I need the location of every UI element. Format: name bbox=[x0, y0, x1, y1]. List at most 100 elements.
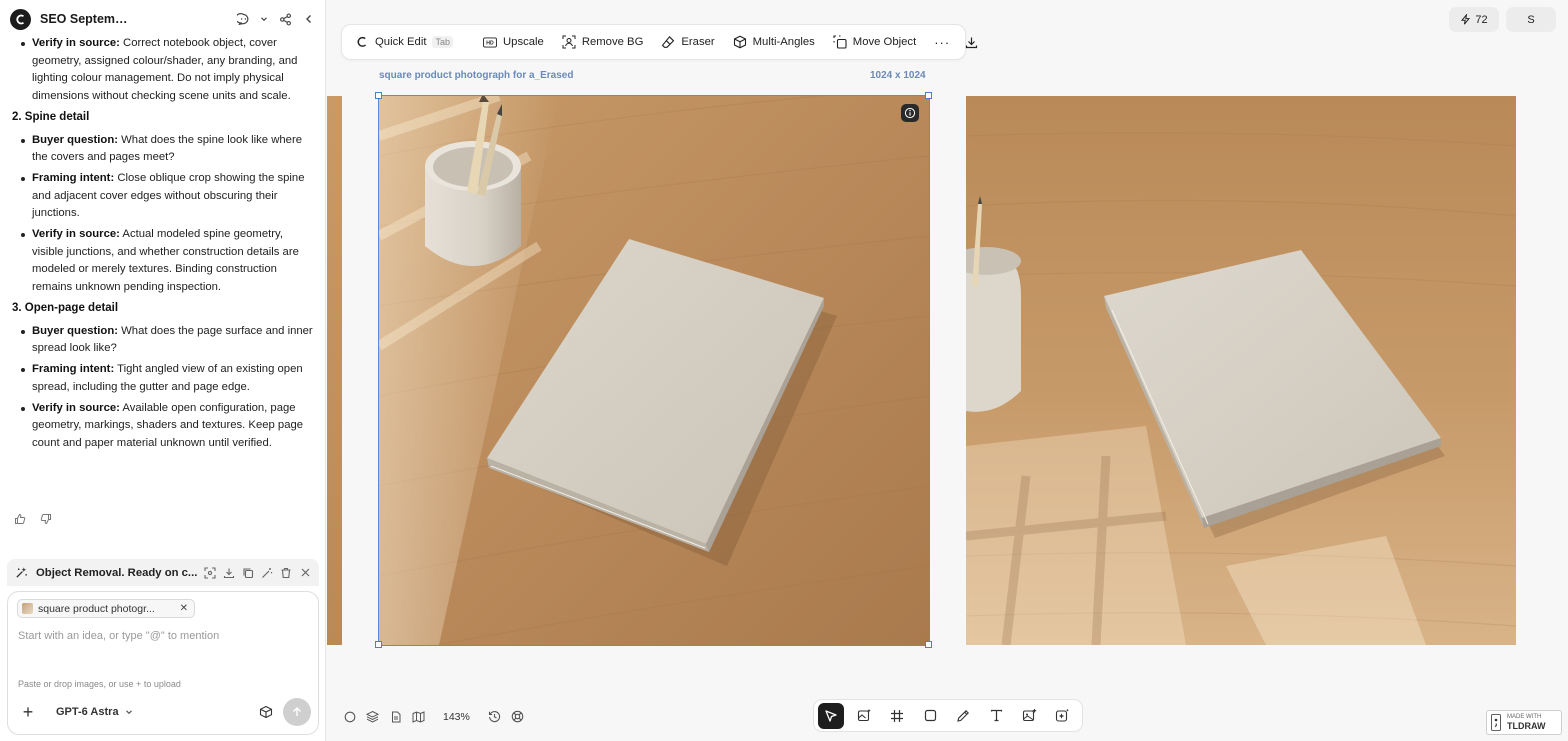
shortcut-tag: Tab bbox=[432, 36, 453, 48]
list-item: Verify in source: Correct notebook objec… bbox=[12, 35, 314, 105]
magic-frame-icon bbox=[1055, 708, 1069, 722]
section-heading: 3. Open-page detail bbox=[12, 302, 119, 314]
prompt-input[interactable]: Start with an idea, or type "@" to menti… bbox=[18, 630, 219, 642]
tldraw-logo-icon bbox=[1491, 714, 1501, 731]
text-icon bbox=[990, 709, 1002, 722]
thumbs-up-icon[interactable] bbox=[14, 513, 26, 525]
attachment-label: square product photogr... bbox=[38, 602, 155, 615]
magic-wand-icon[interactable] bbox=[261, 567, 273, 579]
image-sparkle-icon bbox=[857, 708, 871, 722]
frame-tool[interactable] bbox=[884, 703, 910, 729]
list-item: Verify in source: Actual modeled spine g… bbox=[12, 226, 314, 296]
upscale-button[interactable]: HD Upscale bbox=[483, 35, 544, 49]
eraser-icon bbox=[661, 35, 675, 49]
hd-icon: HD bbox=[483, 35, 497, 49]
sidebar-header: SEO Septem… bbox=[0, 0, 326, 38]
help-lifebuoy-icon[interactable] bbox=[511, 710, 524, 723]
product-photo-angle bbox=[966, 96, 1516, 645]
cube-icon[interactable] bbox=[259, 705, 273, 719]
cube-icon bbox=[733, 35, 747, 49]
chat-bubble-icon[interactable] bbox=[236, 12, 250, 26]
chat-composer[interactable]: square product photogr... ✕ Start with a… bbox=[7, 591, 319, 735]
upload-hint: Paste or drop images, or use + to upload bbox=[18, 679, 181, 689]
share-icon[interactable] bbox=[278, 12, 292, 26]
image-dimensions: 1024 x 1024 bbox=[870, 70, 926, 81]
rectangle-tool[interactable] bbox=[917, 703, 943, 729]
image-toolbar: Quick Edit Tab HD Upscale Remove BG Eras… bbox=[341, 24, 977, 60]
canvas-image-selected[interactable] bbox=[379, 96, 929, 645]
quick-edit-button[interactable]: Quick Edit Tab bbox=[355, 35, 453, 49]
model-selector[interactable]: GPT-6 Astra bbox=[56, 706, 133, 718]
more-icon: ··· bbox=[934, 34, 951, 50]
image-name-label[interactable]: square product photograph for a_Erased bbox=[379, 70, 573, 81]
quick-edit-icon bbox=[355, 35, 369, 49]
thumbs-down-icon[interactable] bbox=[40, 513, 52, 525]
app-logo-icon[interactable] bbox=[10, 8, 31, 30]
resize-handle-bottom-left[interactable] bbox=[375, 641, 382, 648]
download-icon[interactable] bbox=[223, 567, 235, 579]
resize-handle-bottom-right[interactable] bbox=[925, 641, 932, 648]
collapse-sidebar-icon[interactable] bbox=[302, 12, 316, 26]
layers-icon[interactable] bbox=[366, 710, 379, 723]
remove-bg-button[interactable]: Remove BG bbox=[562, 35, 643, 49]
remove-attachment-icon[interactable]: ✕ bbox=[180, 603, 188, 614]
info-icon bbox=[904, 107, 916, 119]
eraser-button[interactable]: Eraser bbox=[661, 35, 715, 49]
drawing-toolbar bbox=[813, 699, 1083, 732]
circle-icon[interactable] bbox=[343, 710, 356, 723]
multi-angles-button[interactable]: Multi-Angles bbox=[733, 35, 815, 49]
more-options-button[interactable]: ··· bbox=[934, 35, 950, 50]
resize-handle-top-right[interactable] bbox=[925, 92, 932, 99]
magic-sparkle-icon bbox=[15, 566, 28, 579]
send-button[interactable] bbox=[283, 698, 311, 726]
add-attachment-button[interactable]: + bbox=[18, 702, 38, 722]
resize-handle-top-left[interactable] bbox=[375, 92, 382, 99]
project-title[interactable]: SEO Septem… bbox=[40, 12, 128, 26]
list-item: Framing intent: Close oblique crop showi… bbox=[12, 170, 314, 223]
ai-edit-tool[interactable] bbox=[1049, 703, 1075, 729]
hash-frame-icon bbox=[891, 709, 903, 722]
move-object-button[interactable]: Move Object bbox=[833, 35, 916, 49]
close-icon[interactable] bbox=[299, 567, 311, 579]
list-item: Buyer question: What does the spine look… bbox=[12, 132, 314, 167]
task-title: Object Removal. Ready on c... bbox=[36, 566, 198, 579]
image-plus-icon bbox=[1022, 709, 1036, 722]
map-icon[interactable] bbox=[412, 710, 425, 723]
list-item: Buyer question: What does the page surfa… bbox=[12, 323, 314, 358]
image-edit-tool[interactable] bbox=[1016, 703, 1042, 729]
file-icon[interactable] bbox=[389, 710, 402, 723]
history-icon[interactable] bbox=[488, 710, 501, 723]
cursor-icon bbox=[825, 709, 837, 722]
trash-icon[interactable] bbox=[280, 567, 292, 579]
copy-icon[interactable] bbox=[242, 567, 254, 579]
chevron-down-icon[interactable] bbox=[260, 12, 268, 26]
credits-count: 72 bbox=[1475, 13, 1488, 26]
canvas-image-next[interactable] bbox=[966, 96, 1516, 645]
watermark-made-with: MADE WITH bbox=[1507, 714, 1542, 720]
tldraw-watermark[interactable]: MADE WITH TLDRAW bbox=[1486, 710, 1562, 735]
list-item: Framing intent: Tight angled view of an … bbox=[12, 361, 314, 396]
select-tool[interactable] bbox=[818, 702, 844, 729]
pencil-tool[interactable] bbox=[950, 703, 976, 729]
canvas-image-previous[interactable] bbox=[327, 96, 342, 645]
image-generate-tool[interactable] bbox=[851, 703, 877, 729]
chevron-down-icon bbox=[125, 710, 132, 715]
download-icon bbox=[964, 35, 978, 49]
model-label: GPT-6 Astra bbox=[56, 706, 119, 718]
canvas-bottom-controls: 143% bbox=[343, 710, 524, 723]
lightning-icon bbox=[1461, 14, 1471, 25]
task-status-bar[interactable]: Object Removal. Ready on c... bbox=[7, 559, 319, 586]
user-avatar[interactable]: S bbox=[1506, 7, 1556, 32]
credits-badge[interactable]: 72 bbox=[1449, 7, 1499, 32]
attachment-chip[interactable]: square product photogr... ✕ bbox=[17, 599, 195, 618]
zoom-level[interactable]: 143% bbox=[443, 711, 470, 723]
image-info-button[interactable] bbox=[901, 104, 919, 122]
pencil-icon bbox=[957, 709, 969, 722]
watermark-brand: TLDRAW bbox=[1507, 721, 1546, 731]
arrow-up-icon bbox=[293, 707, 301, 716]
product-photo bbox=[379, 96, 929, 645]
download-button[interactable] bbox=[964, 35, 978, 49]
move-object-icon bbox=[833, 35, 847, 49]
text-tool[interactable] bbox=[983, 703, 1009, 729]
focus-icon[interactable] bbox=[204, 566, 216, 579]
